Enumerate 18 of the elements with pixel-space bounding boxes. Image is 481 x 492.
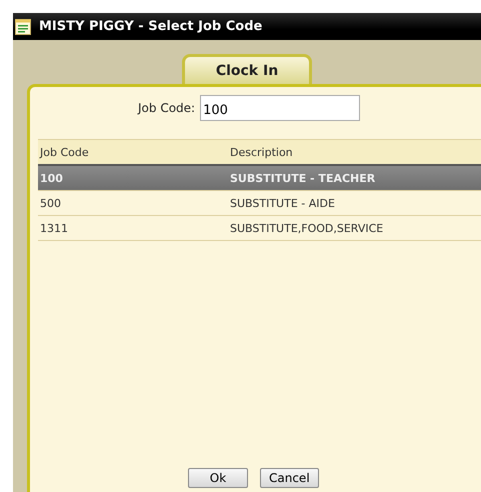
table-cell-text: 500 bbox=[40, 196, 62, 210]
table-cell: SUBSTITUTE - AIDE bbox=[230, 196, 335, 210]
column-header: Job Code bbox=[40, 146, 90, 158]
table-row[interactable]: 100 SUBSTITUTE - TEACHER bbox=[38, 166, 481, 191]
tab[interactable]: Clock In bbox=[182, 54, 312, 84]
dialog-button[interactable]: Cancel bbox=[260, 468, 319, 488]
table-cell: SUBSTITUTE,FOOD,SERVICE bbox=[230, 222, 384, 234]
table-row[interactable]: 500 SUBSTITUTE - AIDE bbox=[38, 191, 481, 216]
dialog-button[interactable]: Ok bbox=[188, 468, 248, 488]
column-header: Description bbox=[230, 146, 293, 158]
table-row[interactable]: 1311 SUBSTITUTE,FOOD,SERVICE bbox=[38, 216, 481, 241]
window-title: MISTY PIGGY - Select Job Code bbox=[39, 19, 262, 34]
table-cell-text: 1311 bbox=[40, 222, 69, 234]
job-code-field[interactable]: 100 bbox=[200, 95, 360, 121]
form-icon bbox=[15, 18, 31, 34]
field-label: Job Code: bbox=[138, 101, 196, 115]
table-cell: SUBSTITUTE - TEACHER bbox=[230, 172, 376, 184]
table-cell-text: 100 bbox=[40, 172, 64, 184]
